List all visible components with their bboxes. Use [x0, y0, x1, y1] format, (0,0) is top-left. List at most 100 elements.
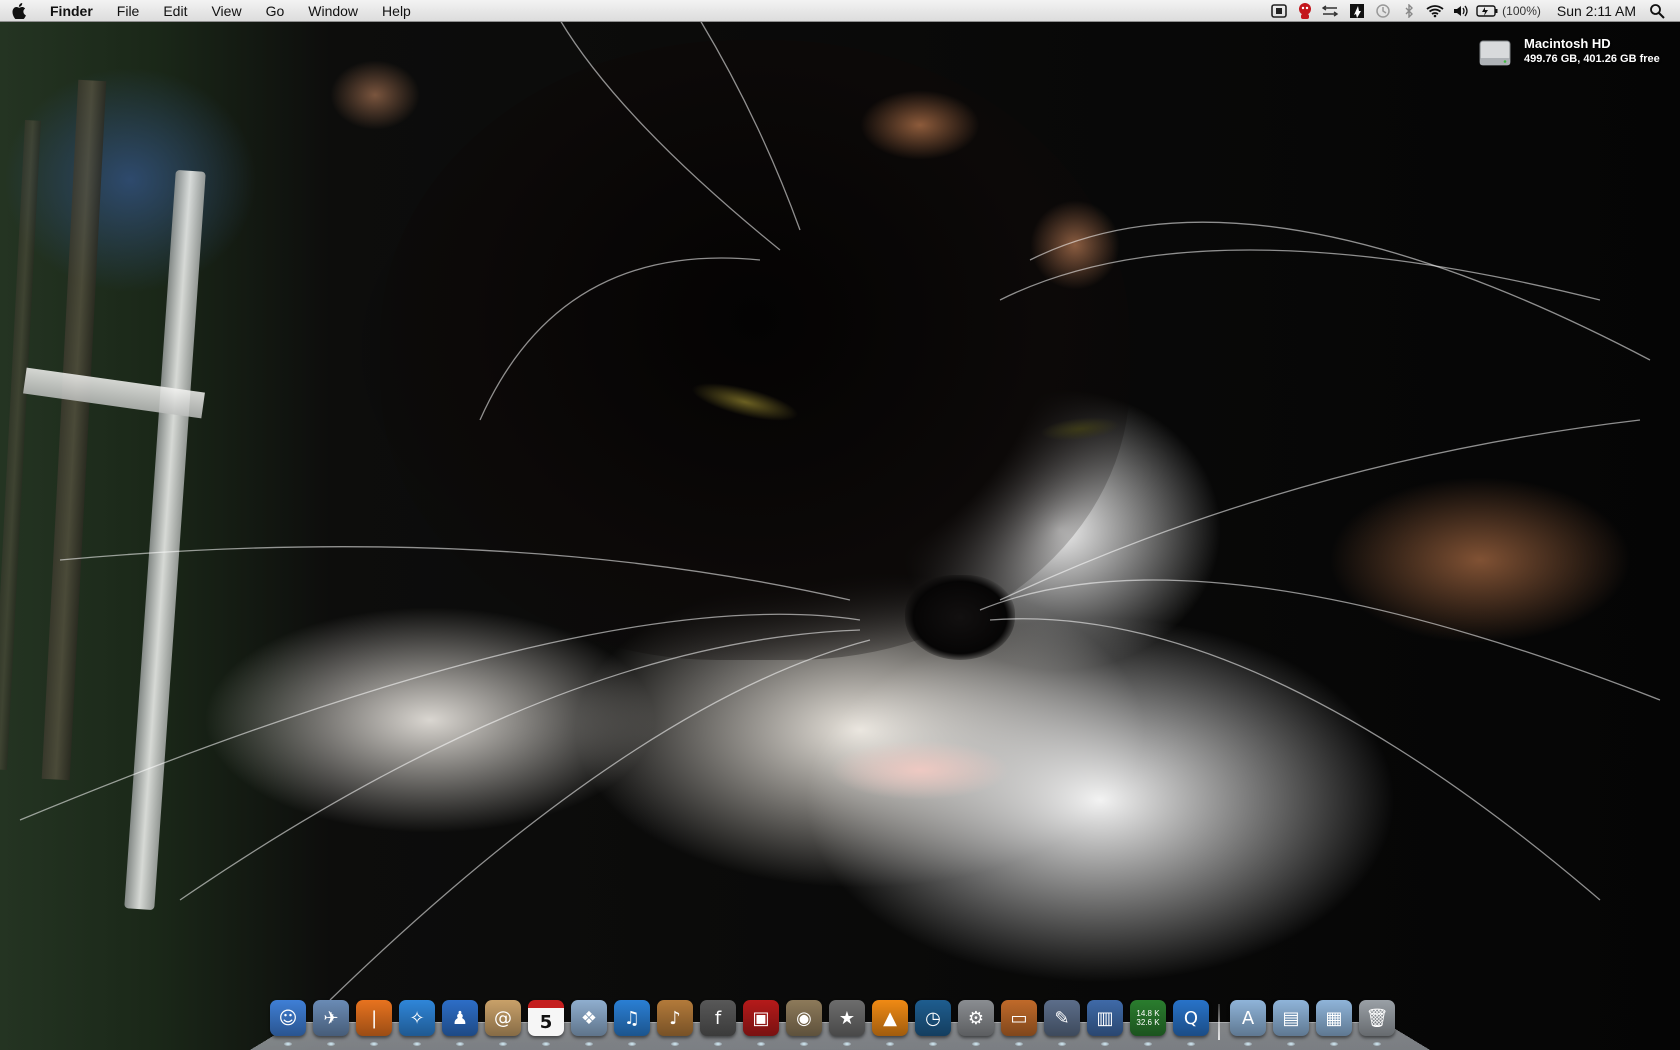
dock-item-ical[interactable]: 5 [526, 1000, 566, 1046]
running-indicator [1287, 1042, 1295, 1046]
dock-item-itunes[interactable]: ♫ [612, 1000, 652, 1046]
running-indicator [800, 1042, 808, 1046]
running-indicator [542, 1042, 550, 1046]
dock-separator[interactable] [1218, 1004, 1220, 1040]
running-indicator [499, 1042, 507, 1046]
dock-item-keynote[interactable]: ▭ [999, 1000, 1039, 1046]
trash-icon: 🗑 [1359, 1000, 1395, 1036]
battery-percent: (100%) [1502, 3, 1541, 18]
dock-item-safari[interactable]: ✧ [397, 1000, 437, 1046]
running-indicator [1101, 1042, 1109, 1046]
dock-item-trash[interactable]: 🗑 [1357, 1000, 1397, 1046]
dock-item-adium[interactable]: ♟ [440, 1000, 480, 1046]
dock-item-iphoto[interactable]: ❖ [569, 1000, 609, 1046]
running-indicator [628, 1042, 636, 1046]
running-indicator [714, 1042, 722, 1046]
battery-icon[interactable] [1474, 0, 1500, 21]
dock-item-rss-reader[interactable]: ❘ [354, 1000, 394, 1046]
menu-help[interactable]: Help [370, 0, 423, 21]
preview-icon: ✈ [313, 1000, 349, 1036]
menu-window[interactable]: Window [296, 0, 370, 21]
dock-item-finder[interactable]: ☺ [268, 1000, 308, 1046]
dock-item-time-machine[interactable]: ◷ [913, 1000, 953, 1046]
photo-booth-icon: ▣ [743, 1000, 779, 1036]
wallpaper-whiskers [19, 19, 1661, 1001]
dock-item-script-editor[interactable]: ✎ [1042, 1000, 1082, 1046]
hard-drive-icon [1478, 38, 1512, 68]
dock-item-network-meter[interactable]: 14.8 K 32.6 K [1128, 1000, 1168, 1046]
running-indicator [370, 1042, 378, 1046]
network-meter-icon: 14.8 K 32.6 K [1130, 1000, 1166, 1036]
growl-icon[interactable] [1292, 0, 1318, 21]
drive-capacity-info: 499.76 GB, 401.26 GB free [1524, 53, 1660, 65]
system-preferences-icon: ⚙ [958, 1000, 994, 1036]
dock-item-garageband[interactable]: ♪ [655, 1000, 695, 1046]
running-indicator [456, 1042, 464, 1046]
dock-item-downloads-folder[interactable]: ▦ [1314, 1000, 1354, 1046]
wifi-icon[interactable] [1422, 0, 1448, 21]
applications-folder-icon: A [1230, 1000, 1266, 1036]
dock-item-system-preferences[interactable]: ⚙ [956, 1000, 996, 1046]
garageband-icon: ♪ [657, 1000, 693, 1036]
menubar-clock[interactable]: Sun 2:11 AM [1549, 3, 1644, 19]
menu-bar: Finder File Edit View Go Window Help (10… [0, 0, 1680, 22]
ical-icon: 5 [528, 1000, 564, 1036]
dock-item-applications-folder[interactable]: A [1228, 1000, 1268, 1046]
dock-item-image-capture[interactable]: ◉ [784, 1000, 824, 1046]
font-book-icon: f [700, 1000, 736, 1036]
running-indicator [671, 1042, 679, 1046]
running-indicator [886, 1042, 894, 1046]
network-meter-icon[interactable] [1318, 0, 1344, 21]
running-indicator [413, 1042, 421, 1046]
menu-go[interactable]: Go [254, 0, 297, 21]
menu-app-name[interactable]: Finder [38, 0, 105, 21]
dock-item-address-book[interactable]: @ [483, 1000, 523, 1046]
vlc-icon: ▲ [872, 1000, 908, 1036]
spotlight-icon[interactable] [1644, 0, 1670, 21]
keyboard-brightness-icon[interactable] [1344, 0, 1370, 21]
running-indicator [585, 1042, 593, 1046]
time-machine-icon[interactable] [1370, 0, 1396, 21]
itunes-icon: ♫ [614, 1000, 650, 1036]
running-indicator [1187, 1042, 1195, 1046]
dock-item-imovie[interactable]: ★ [827, 1000, 867, 1046]
keynote-icon: ▭ [1001, 1000, 1037, 1036]
airport-express-icon[interactable] [1266, 0, 1292, 21]
adium-icon: ♟ [442, 1000, 478, 1036]
network-meter-upload: 14.8 K [1136, 1009, 1160, 1018]
downloads-folder-icon: ▦ [1316, 1000, 1352, 1036]
running-indicator [1058, 1042, 1066, 1046]
running-indicator [1015, 1042, 1023, 1046]
running-indicator [1373, 1042, 1381, 1046]
imovie-icon: ★ [829, 1000, 865, 1036]
running-indicator [284, 1042, 292, 1046]
quicktime-icon: Q [1173, 1000, 1209, 1036]
running-indicator [757, 1042, 765, 1046]
documents-folder-icon: ▤ [1273, 1000, 1309, 1036]
running-indicator [327, 1042, 335, 1046]
dock: ☺ ✈ ❘ ✧ ♟ @5 ❖ ♫ ♪ f ▣ ◉ ★ ▲ ◷ ⚙ ▭ ✎ ▥ 14.8 K 32.6 K Q A ▤ ▦ 🗑 [268, 994, 1400, 1046]
drive-name: Macintosh HD [1524, 36, 1611, 51]
running-indicator [1244, 1042, 1252, 1046]
dock-item-documents-folder[interactable]: ▤ [1271, 1000, 1311, 1046]
menu-file[interactable]: File [105, 0, 152, 21]
menu-edit[interactable]: Edit [151, 0, 199, 21]
dock-item-font-book[interactable]: f [698, 1000, 738, 1046]
dock-item-vlc[interactable]: ▲ [870, 1000, 910, 1046]
dock-item-photo-booth[interactable]: ▣ [741, 1000, 781, 1046]
dock-item-preview[interactable]: ✈ [311, 1000, 351, 1046]
running-indicator [929, 1042, 937, 1046]
rss-reader-icon: ❘ [356, 1000, 392, 1036]
dock-item-quicktime[interactable]: Q [1171, 1000, 1211, 1046]
bluetooth-icon[interactable] [1396, 0, 1422, 21]
dock-item-numbers[interactable]: ▥ [1085, 1000, 1125, 1046]
time-machine-icon: ◷ [915, 1000, 951, 1036]
running-indicator [843, 1042, 851, 1046]
menu-view[interactable]: View [199, 0, 253, 21]
address-book-icon: @ [485, 1000, 521, 1036]
volume-icon[interactable] [1448, 0, 1474, 21]
apple-menu-icon[interactable] [0, 0, 38, 21]
desktop-drive-macintosh-hd[interactable]: Macintosh HD 499.76 GB, 401.26 GB free [1478, 36, 1660, 68]
running-indicator [1330, 1042, 1338, 1046]
desktop-wallpaper [0, 0, 1680, 1050]
